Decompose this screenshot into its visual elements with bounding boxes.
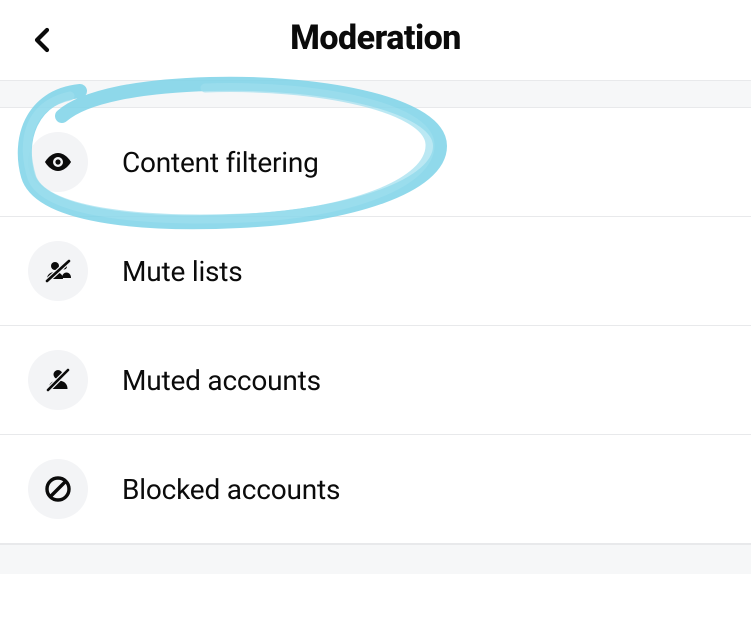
user-slash-icon-container — [28, 350, 88, 410]
users-slash-icon-container — [28, 241, 88, 301]
users-slash-icon — [42, 255, 74, 287]
footer-separator — [0, 544, 751, 574]
menu-item-label: Mute lists — [122, 255, 243, 288]
chevron-left-icon — [33, 27, 51, 53]
menu-item-label: Content filtering — [122, 146, 319, 179]
user-slash-icon — [42, 364, 74, 396]
menu-item-label: Muted accounts — [122, 364, 321, 397]
eye-icon — [42, 146, 74, 178]
block-icon-container — [28, 459, 88, 519]
menu-item-label: Blocked accounts — [122, 473, 340, 506]
menu-item-blocked-accounts[interactable]: Blocked accounts — [0, 435, 751, 544]
page-title: Moderation — [24, 18, 727, 58]
header-bar: Moderation — [0, 0, 751, 80]
block-icon — [42, 473, 74, 505]
menu-item-content-filtering[interactable]: Content filtering — [0, 108, 751, 217]
eye-icon-container — [28, 132, 88, 192]
menu-item-mute-lists[interactable]: Mute lists — [0, 217, 751, 326]
section-separator — [0, 80, 751, 108]
menu-item-muted-accounts[interactable]: Muted accounts — [0, 326, 751, 435]
back-button[interactable] — [28, 26, 56, 54]
moderation-menu: Content filtering Mute lists Muted accou — [0, 108, 751, 544]
